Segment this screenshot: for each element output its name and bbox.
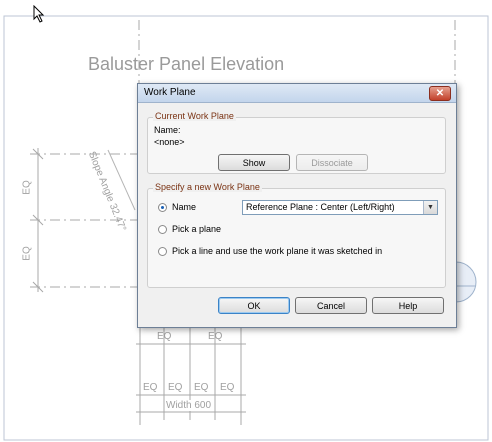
pick-plane-radio[interactable]	[158, 225, 167, 234]
pick-plane-radio-label[interactable]: Pick a plane	[172, 224, 221, 234]
show-button[interactable]: Show	[218, 154, 290, 171]
handrail-arc	[455, 261, 477, 303]
top-dimension-label: EQ	[157, 331, 172, 342]
ok-button[interactable]: OK	[218, 297, 290, 314]
current-name-value: <none>	[154, 137, 185, 147]
chevron-down-icon[interactable]: ▼	[423, 201, 437, 214]
specify-work-plane-legend: Specify a new Work Plane	[153, 182, 262, 192]
name-select-value: Reference Plane : Center (Left/Right)	[246, 202, 395, 212]
pick-line-radio-label[interactable]: Pick a line and use the work plane it wa…	[172, 246, 382, 256]
bottom-dimension-label: EQ	[220, 382, 235, 393]
elevation-title: Baluster Panel Elevation	[88, 54, 285, 74]
cancel-button[interactable]: Cancel	[295, 297, 367, 314]
bottom-dimension-label: EQ	[143, 382, 158, 393]
name-radio[interactable]	[158, 203, 167, 212]
mouse-cursor-icon	[33, 4, 45, 28]
close-button[interactable]: ✕	[429, 86, 451, 101]
width-dimension-label: Width 600	[166, 400, 212, 411]
help-button[interactable]: Help	[372, 297, 444, 314]
top-dimension-label: EQ	[208, 331, 223, 342]
pick-line-radio[interactable]	[158, 247, 167, 256]
current-work-plane-legend: Current Work Plane	[153, 111, 236, 121]
close-icon: ✕	[435, 88, 445, 99]
dialog-title: Work Plane	[144, 87, 196, 98]
specify-work-plane-group: Specify a new Work Plane Name Reference …	[147, 182, 446, 288]
bottom-dimension-label: EQ	[168, 382, 183, 393]
dialog-titlebar[interactable]: Work Plane ✕	[138, 84, 456, 103]
name-label: Name:	[154, 125, 181, 135]
side-dimension-label: EQ	[21, 246, 33, 261]
bottom-dimension-label: EQ	[194, 382, 209, 393]
name-radio-label[interactable]: Name	[172, 202, 196, 212]
name-select[interactable]: Reference Plane : Center (Left/Right) ▼	[242, 200, 438, 215]
work-plane-dialog: Work Plane ✕ Current Work Plane Name: <n…	[137, 83, 457, 328]
dissociate-button[interactable]: Dissociate	[296, 154, 368, 171]
current-work-plane-group: Current Work Plane Name: <none> Show Dis…	[147, 111, 446, 174]
side-dimension-label: EQ	[21, 180, 33, 195]
